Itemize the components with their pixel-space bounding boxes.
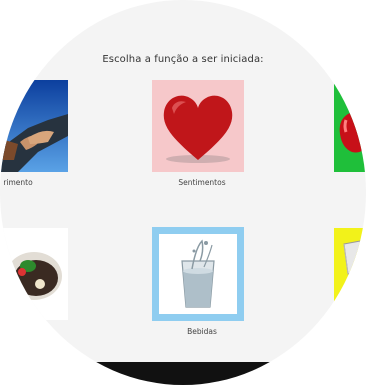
food-plate-icon: [0, 228, 68, 320]
navigation-bar: [0, 362, 366, 385]
tile-label: Sentimentos: [178, 178, 226, 187]
tile-cumprimento[interactable]: rimento: [0, 80, 68, 187]
lens-vignette: [0, 0, 50, 45]
tile-label: Bebidas: [187, 327, 217, 336]
tile-bebidas[interactable]: Bebidas: [152, 227, 244, 336]
heart-icon: [152, 80, 244, 172]
tile-frutas[interactable]: [334, 80, 366, 172]
box-icon: [334, 228, 366, 320]
page-title: Escolha a função a ser iniciada:: [102, 54, 264, 65]
tile-comida[interactable]: [0, 228, 68, 320]
apple-icon: [334, 80, 366, 172]
tile-label: rimento: [3, 178, 33, 187]
app-screen: Escolha a função a ser iniciada: rimento: [0, 0, 366, 385]
tile-objetos[interactable]: [334, 228, 366, 320]
water-glass-icon: [152, 227, 244, 321]
tile-sentimentos[interactable]: Sentimentos: [152, 80, 244, 187]
handshake-icon: [0, 80, 68, 172]
